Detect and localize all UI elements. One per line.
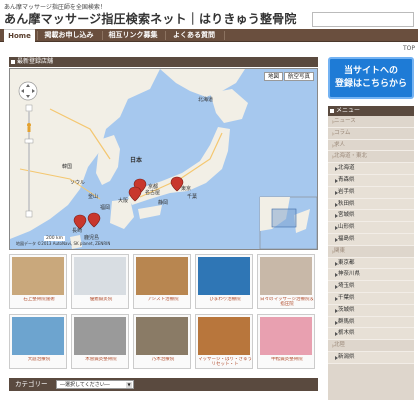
menu-item[interactable]: 求人 (328, 139, 414, 152)
map-label-seoul: ソウル (70, 180, 86, 186)
store-thumb-caption[interactable]: 大庭治療院 (11, 357, 67, 368)
store-thumb[interactable]: 中松鍼灸整骨院 (257, 314, 315, 369)
map-label-shizuoka: 静岡 (158, 200, 169, 206)
chevron-down-icon: ▼ (126, 382, 132, 388)
menu-item[interactable]: 埼玉県 (328, 281, 414, 293)
map-label-chiba: 千葉 (187, 194, 198, 200)
category-bar: カテゴリー ―選択してください― ▼ (9, 378, 318, 391)
nav-home[interactable]: Home (4, 29, 35, 42)
menu-item[interactable]: 神奈川県 (328, 269, 414, 282)
store-thumb[interactable]: 大庭治療院 (9, 314, 67, 369)
menu-item[interactable]: 北海道 (328, 163, 414, 175)
map-panel-heading-text: 最新登録店舗 (17, 58, 54, 65)
register-button[interactable]: 当サイトへの 登録はこちらから (328, 57, 414, 99)
map-canvas[interactable] (10, 69, 318, 250)
menu-item[interactable]: 東京都 (328, 257, 414, 270)
store-thumb-caption[interactable]: ひまわり治療院 (197, 297, 253, 308)
menu-item[interactable]: 秋田県 (328, 198, 414, 211)
search-input[interactable] (312, 12, 414, 27)
map-label-fukuoka: 福岡 (100, 205, 111, 211)
store-thumb[interactable]: 乃木治療院 (133, 314, 191, 369)
menu-item[interactable]: 岩手県 (328, 186, 414, 199)
menu-heading-text: メニュー (336, 107, 361, 114)
category-label: カテゴリー (15, 380, 48, 388)
map-label-korea: 韓国 (62, 164, 73, 170)
site-title[interactable]: あん摩マッサージ指圧検索ネット｜はりきゅう整骨院 (4, 10, 297, 27)
menu-item[interactable]: ニュース (328, 116, 414, 128)
map-type-satellite-button[interactable]: 航空写真 (284, 72, 314, 81)
store-thumb-caption[interactable]: 日々のマッサージ治療院＆ 指圧院 (259, 297, 315, 308)
menu-item[interactable]: 千葉県 (328, 292, 414, 305)
map-label-hokkaido: 北海道 (198, 97, 214, 103)
store-thumb-caption[interactable]: 優癒鍼灸院 (73, 297, 129, 308)
map-label-nagoya: 名古屋 (145, 190, 161, 196)
nav-faq[interactable]: よくある質問 (166, 29, 222, 42)
menu-item[interactable]: 新潟県 (328, 351, 414, 364)
store-thumb-caption[interactable]: マッサージ・はり・きゅうリセット・ト (197, 357, 253, 368)
map-label-busan: 釜山 (88, 194, 99, 200)
google-map[interactable]: 地図 航空写真 北海道 日本 韓国 大阪 京都 名古屋 東京 千葉 ソウル 釜山… (9, 68, 318, 250)
map-type-map-button[interactable]: 地図 (264, 72, 283, 81)
store-thumb-caption[interactable]: 石上整骨院施術 (11, 297, 67, 308)
store-thumb[interactable]: 日々のマッサージ治療院＆ 指圧院 (257, 254, 315, 309)
register-button-line1: 当サイトへの (343, 66, 398, 76)
store-thumb-caption[interactable]: アシスト治療院 (135, 297, 191, 308)
map-label-kagoshima: 鹿児島 (84, 235, 100, 241)
map-label-osaka: 大阪 (118, 198, 129, 204)
sidebar-menu: ニュース コラム 求人 北海道・東北 北海道 青森県 岩手県 秋田県 宮城県 山… (328, 116, 414, 400)
category-select-value: ―選択してください― (60, 382, 110, 388)
menu-item[interactable]: 関東 (328, 245, 414, 258)
store-thumb[interactable]: アシスト治療院 (133, 254, 191, 309)
register-button-line2: 登録はこちらから (334, 79, 407, 89)
store-thumb-caption[interactable]: 木曽鍼灸整骨院 (73, 357, 129, 368)
menu-item[interactable]: 青森県 (328, 174, 414, 187)
menu-item[interactable]: 福島県 (328, 233, 414, 246)
store-thumb[interactable]: マッサージ・はり・きゅうリセット・ト (195, 314, 253, 369)
menu-item[interactable]: 北陸 (328, 340, 414, 352)
map-label-japan: 日本 (130, 157, 143, 164)
map-label-nagasaki: 長崎 (72, 228, 83, 234)
map-label-tokyo: 東京 (181, 186, 192, 192)
menu-item[interactable]: 宮城県 (328, 210, 414, 223)
store-thumb[interactable]: ひまわり治療院 (195, 254, 253, 309)
nav-application[interactable]: 掲載お申し込み (38, 29, 100, 42)
map-credit: 地図データ ©2013 AutoNavi, SK planet, ZENRIN (16, 241, 111, 246)
store-thumb-caption[interactable]: 中松鍼灸整骨院 (259, 357, 315, 368)
store-thumbnails: 石上整骨院施術 優癒鍼灸院 アシスト治療院 ひまわり治療院 日々のマッサージ治療… (9, 254, 318, 372)
store-thumb[interactable]: 優癒鍼灸院 (71, 254, 129, 309)
store-thumb-caption[interactable]: 乃木治療院 (135, 357, 191, 368)
menu-item[interactable]: コラム (328, 127, 414, 140)
top-link[interactable]: TOP (403, 45, 415, 52)
menu-item[interactable]: 山形県 (328, 222, 414, 234)
menu-item[interactable]: 茨城県 (328, 304, 414, 317)
menu-item[interactable]: 群馬県 (328, 316, 414, 329)
category-select[interactable]: ―選択してください― ▼ (56, 380, 134, 389)
menu-heading: メニュー (328, 106, 414, 116)
nav-mutual-links[interactable]: 相互リンク募集 (103, 29, 163, 42)
store-thumb[interactable]: 石上整骨院施術 (9, 254, 67, 309)
menu-item[interactable]: 北海道・東北 (328, 151, 414, 164)
main-nav: Home 掲載お申し込み 相互リンク募集 よくある質問 (0, 29, 418, 42)
store-thumb[interactable]: 木曽鍼灸整骨院 (71, 314, 129, 369)
map-panel-heading: 最新登録店舗 (9, 57, 318, 67)
menu-item[interactable]: 栃木県 (328, 328, 414, 341)
